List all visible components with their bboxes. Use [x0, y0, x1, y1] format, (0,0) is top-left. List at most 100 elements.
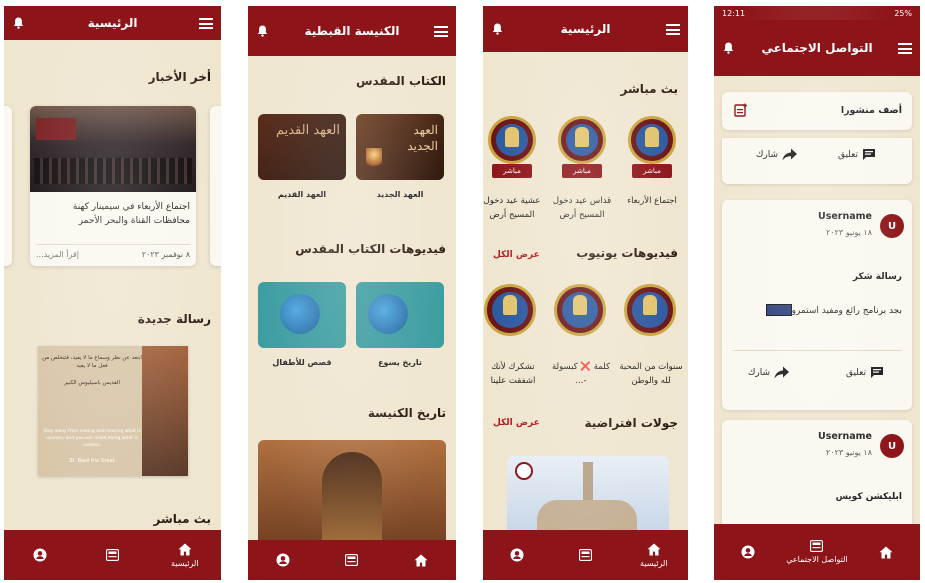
nav-profile[interactable]	[714, 545, 782, 559]
live-heading: بث مباشر	[620, 82, 679, 96]
comment-icon	[871, 367, 883, 378]
live-item-title: اجتماع الأربعاء	[627, 196, 677, 206]
add-post-icon	[734, 103, 747, 117]
post-username[interactable]: Username	[818, 430, 872, 444]
candle-icon	[366, 148, 382, 170]
bell-icon[interactable]	[723, 42, 734, 54]
old-testament-label: العهد القديم	[277, 190, 327, 199]
app-header: الرئيسية	[4, 6, 221, 40]
add-post-bar[interactable]: أضف منشورا	[722, 92, 912, 130]
new-testament-image-text: العهد الجديد	[407, 123, 438, 153]
old-testament-card[interactable]: العهد القديم	[258, 114, 346, 180]
message-image[interactable]: ابتعد عن نظر وسماع ما لا يفيد، فتتخلص من…	[38, 346, 188, 476]
youtube-thumbnail	[484, 284, 536, 336]
share-label: شارك	[756, 149, 779, 160]
newspaper-icon	[345, 554, 359, 566]
profile-icon	[33, 548, 47, 562]
kids-stories-label: قصص للأطفال	[272, 358, 332, 367]
status-battery: 25%	[894, 8, 912, 18]
post-card: U Username ١٨ يونيو ٢٠٢٣ ابليكشن كويس	[722, 420, 912, 530]
jesus-history-label: تاريخ يسوع	[378, 358, 422, 367]
avatar[interactable]: U	[880, 214, 904, 238]
nav-profile[interactable]	[248, 553, 317, 567]
nav-home[interactable]: الرئيسية	[620, 543, 688, 568]
home-icon	[414, 554, 428, 566]
share-button[interactable]: شارك	[748, 366, 790, 379]
new-testament-card[interactable]: العهد الجديد	[356, 114, 444, 180]
bottom-nav: التواصل الاجتماعي	[714, 524, 920, 580]
share-label: شارك	[748, 367, 771, 378]
bible-videos-heading: فيديوهات الكتاب المقدس	[295, 242, 446, 256]
live-thumbnail	[488, 116, 536, 164]
menu-icon[interactable]	[199, 18, 213, 29]
news-image	[30, 106, 196, 192]
nav-home-label: الرئيسية	[640, 558, 668, 568]
page-title: التواصل الاجتماعي	[761, 41, 873, 55]
youtube-thumbnail	[554, 284, 606, 336]
news-card[interactable]: اجتماع الأربعاء في سيمينار كهنة محافظات …	[30, 106, 196, 266]
newspaper-icon	[578, 549, 592, 561]
nav-profile[interactable]	[483, 548, 551, 562]
virtual-tour-card[interactable]	[507, 456, 669, 536]
saint-icon	[142, 346, 188, 476]
home-icon	[178, 543, 192, 555]
church-history-heading: تاريخ الكنيسة	[367, 406, 446, 420]
page-title: الرئيسية	[87, 16, 138, 30]
nav-home-label: الرئيسية	[171, 558, 199, 568]
nav-social[interactable]: التواصل الاجتماعي	[783, 540, 851, 564]
live-thumbnail	[628, 116, 676, 164]
nav-news[interactable]	[318, 554, 387, 566]
app-header: الرئيسية	[483, 6, 688, 52]
post-title: ابليكشن كويس	[835, 492, 902, 502]
message-en: Stay away from seeing and hearing what i…	[43, 429, 141, 448]
profile-icon	[510, 548, 524, 562]
emoji-icon	[766, 304, 792, 316]
newspaper-icon	[105, 549, 119, 561]
bell-icon[interactable]	[13, 17, 24, 29]
comment-label: تعليق	[837, 149, 858, 160]
live-item-title: قداس عيد دخول المسيح أرض مصر	[552, 196, 612, 220]
live-heading: بث مباشر	[153, 512, 212, 526]
bottom-nav	[248, 540, 456, 580]
share-button[interactable]: شارك	[756, 148, 798, 161]
nav-home[interactable]	[387, 554, 456, 567]
tour-logo-icon	[515, 462, 533, 480]
nav-news[interactable]	[552, 549, 620, 561]
kids-stories-card[interactable]	[258, 282, 346, 348]
nav-home[interactable]: الرئيسية	[149, 543, 221, 568]
app-header: التواصل الاجتماعي	[714, 20, 920, 76]
status-time: 12:11	[722, 8, 746, 18]
nav-news[interactable]	[77, 549, 149, 561]
bell-icon[interactable]	[257, 25, 268, 37]
comment-button[interactable]: تعليق	[846, 366, 884, 379]
bell-icon[interactable]	[492, 23, 503, 35]
live-badge: مباشر	[492, 164, 532, 178]
nav-home[interactable]	[852, 546, 920, 559]
screen-home-media: الرئيسية بث مباشر مباشر اجتماع الأربعاء …	[483, 6, 688, 580]
youtube-item-title: كلمة ❌ كبسولة -...	[551, 362, 611, 386]
news-date: ٨ نوفمبر ٢٠٢٣	[141, 250, 190, 259]
screen-coptic-church: الكنيسة القبطية الكتاب المقدس العهد الجد…	[248, 6, 456, 580]
news-card-next[interactable]	[210, 106, 221, 266]
menu-icon[interactable]	[666, 24, 680, 35]
news-card-prev[interactable]	[4, 106, 12, 266]
view-all-youtube-link[interactable]: عرض الكل	[493, 418, 540, 428]
screen-social: 12:11 25% التواصل الاجتماعي أضف منشورا ت…	[714, 6, 920, 580]
page-title: الرئيسية	[560, 22, 611, 36]
post-date: ١٨ يونيو ٢٠٢٣	[826, 228, 872, 237]
nav-profile[interactable]	[4, 548, 76, 562]
message-ar-sign: القديس باسيليوس الكبير	[63, 380, 121, 386]
jesus-history-card[interactable]	[356, 282, 444, 348]
menu-icon[interactable]	[434, 26, 448, 37]
nav-social-label: التواصل الاجتماعي	[786, 555, 848, 564]
view-all-live-link[interactable]: عرض الكل	[493, 250, 540, 260]
youtube-item-title: سنوات من المحبة لله والوطن	[619, 362, 683, 386]
post-body: بجد برنامج رائع ومفيد استمروا	[789, 306, 902, 316]
avatar[interactable]: U	[880, 434, 904, 458]
old-testament-image-text: العهد القديم	[275, 123, 340, 138]
post-username[interactable]: Username	[818, 210, 872, 224]
menu-icon[interactable]	[898, 43, 912, 54]
read-more-link[interactable]: إقرأ المزيد...	[36, 248, 79, 262]
screen-home-news: الرئيسية أخر الأخبار اجتماع الأربعاء في …	[4, 6, 221, 580]
comment-button[interactable]: تعليق	[838, 148, 876, 161]
